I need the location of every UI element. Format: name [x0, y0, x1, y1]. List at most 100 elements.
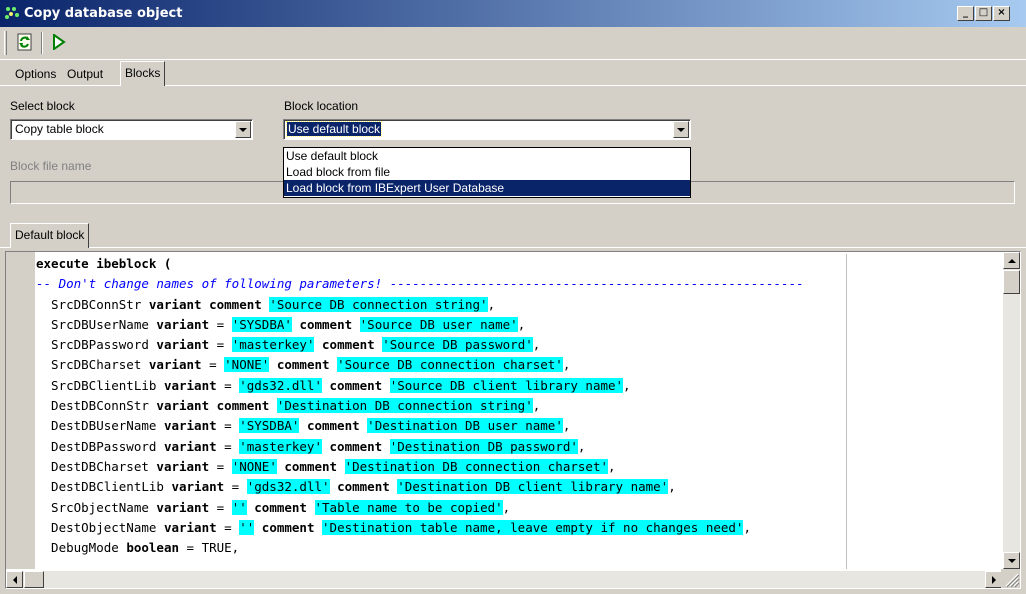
dropdown-option-file[interactable]: Load block from file — [284, 164, 690, 180]
block-file-name-label: Block file name — [10, 159, 92, 173]
maximize-button[interactable]: □ — [975, 6, 992, 21]
code-string: '' — [239, 519, 255, 535]
code-text: = — [216, 418, 240, 434]
code-string: 'Source DB connection string' — [269, 296, 488, 312]
code-line: SrcDBUserName variant = 'SYSDBA' comment… — [36, 315, 1002, 335]
code-text: DestDBCharset — [36, 458, 157, 474]
select-block-dropdown-button[interactable] — [235, 121, 251, 138]
minimize-button[interactable]: _ — [957, 6, 974, 21]
code-line: SrcObjectName variant = '' comment 'Tabl… — [36, 498, 1002, 518]
code-text: , — [743, 519, 751, 535]
code-text: SrcDBConnStr — [36, 296, 149, 312]
refresh-button[interactable] — [14, 31, 36, 55]
run-button[interactable] — [48, 31, 70, 55]
toolbar-grip[interactable] — [4, 31, 7, 55]
select-block-combo[interactable]: Copy table block — [10, 119, 253, 140]
code-line: DestDBConnStr variant comment 'Destinati… — [36, 396, 1002, 416]
code-string: 'masterkey' — [231, 337, 315, 353]
code-area[interactable]: execute ibeblock (-- Don't change names … — [36, 254, 1002, 569]
code-line: SrcDBCharset variant = 'NONE' comment 'S… — [36, 355, 1002, 375]
code-string: 'Table name to be copied' — [314, 499, 503, 515]
tab-blocks[interactable]: Blocks — [120, 61, 166, 86]
code-keyword: variant — [163, 418, 217, 434]
code-keyword: variant — [156, 316, 210, 332]
code-keyword: comment — [329, 438, 383, 454]
code-editor[interactable]: execute ibeblock (-- Don't change names … — [5, 251, 1021, 589]
code-text: = — [216, 438, 240, 454]
code-text: SrcDBUserName — [36, 316, 157, 332]
code-text: SrcDBClientLib — [36, 377, 164, 393]
select-block-value: Copy table block — [15, 122, 104, 136]
code-string: 'Source DB user name' — [359, 316, 518, 332]
code-text: , — [487, 296, 496, 312]
right-margin-line — [846, 254, 847, 569]
code-text: SrcDBCharset — [36, 357, 149, 373]
block-tab-strip: Default block — [0, 223, 1026, 248]
code-string: 'Destination DB user name' — [367, 418, 563, 434]
scroll-right-button[interactable] — [985, 571, 1002, 588]
code-keyword: variant — [163, 438, 217, 454]
code-text: SrcDBPassword — [36, 337, 157, 353]
code-keyword: variant — [156, 458, 210, 474]
code-keyword: variant — [171, 479, 225, 495]
tab-default-block[interactable]: Default block — [10, 223, 90, 248]
dropdown-option-user-database[interactable]: Load block from IBExpert User Database — [284, 180, 690, 196]
code-string: 'gds32.dll' — [246, 479, 330, 495]
size-grip-icon[interactable] — [1001, 569, 1020, 588]
code-string: 'SYSDBA' — [239, 418, 300, 434]
code-text: DestDBConnStr — [36, 398, 157, 414]
scroll-left-button[interactable] — [6, 571, 23, 588]
horizontal-scroll-thumb[interactable] — [24, 571, 44, 588]
refresh-icon — [17, 33, 33, 54]
code-text: , — [532, 398, 541, 414]
tab-options[interactable]: Options — [11, 63, 60, 86]
code-keyword: variant — [148, 296, 202, 312]
code-text: = — [201, 357, 225, 373]
code-string: 'masterkey' — [239, 438, 322, 454]
code-line: execute ibeblock ( — [36, 254, 1002, 274]
code-text: , — [532, 337, 541, 353]
code-keyword: variant — [163, 377, 217, 393]
code-line: SrcDBClientLib variant = 'gds32.dll' com… — [36, 376, 1002, 396]
code-text: DestDBClientLib — [36, 479, 172, 495]
code-string: 'Source DB client library name' — [389, 377, 624, 393]
horizontal-scrollbar[interactable] — [6, 571, 1002, 588]
tab-output[interactable]: Output — [63, 63, 107, 86]
code-text: DestDBPassword — [36, 438, 164, 454]
code-text: = TRUE, — [179, 540, 240, 556]
code-text: DebugMode — [36, 540, 127, 556]
close-button[interactable]: × — [993, 6, 1010, 21]
code-text: , — [668, 479, 676, 495]
vertical-scrollbar[interactable] — [1003, 252, 1020, 569]
code-keyword: boolean — [126, 540, 179, 556]
code-string: 'NONE' — [231, 458, 277, 474]
code-string: 'NONE' — [224, 357, 270, 373]
scroll-down-button[interactable] — [1003, 552, 1020, 569]
code-keyword: comment — [254, 499, 307, 515]
code-keyword: execute ibeblock ( — [36, 256, 172, 271]
code-keyword: comment — [306, 418, 360, 434]
code-text: , — [562, 357, 571, 373]
code-keyword: comment — [299, 316, 353, 332]
code-text: = — [216, 377, 240, 393]
code-text: DestDBUserName — [36, 418, 164, 434]
code-line: SrcDBPassword variant = 'masterkey' comm… — [36, 335, 1002, 355]
code-line: DestObjectName variant = '' comment 'Des… — [36, 518, 1002, 538]
run-icon — [52, 32, 66, 53]
scroll-up-button[interactable] — [1003, 252, 1020, 269]
code-text: SrcObjectName — [36, 499, 157, 515]
arrow-right-icon — [991, 575, 996, 584]
block-location-dropdown-button[interactable] — [673, 121, 689, 138]
select-block-label: Select block — [10, 99, 75, 113]
dropdown-option-default[interactable]: Use default block — [284, 148, 690, 164]
block-location-combo[interactable]: Use default block — [283, 119, 691, 140]
vertical-scroll-thumb[interactable] — [1003, 270, 1020, 294]
